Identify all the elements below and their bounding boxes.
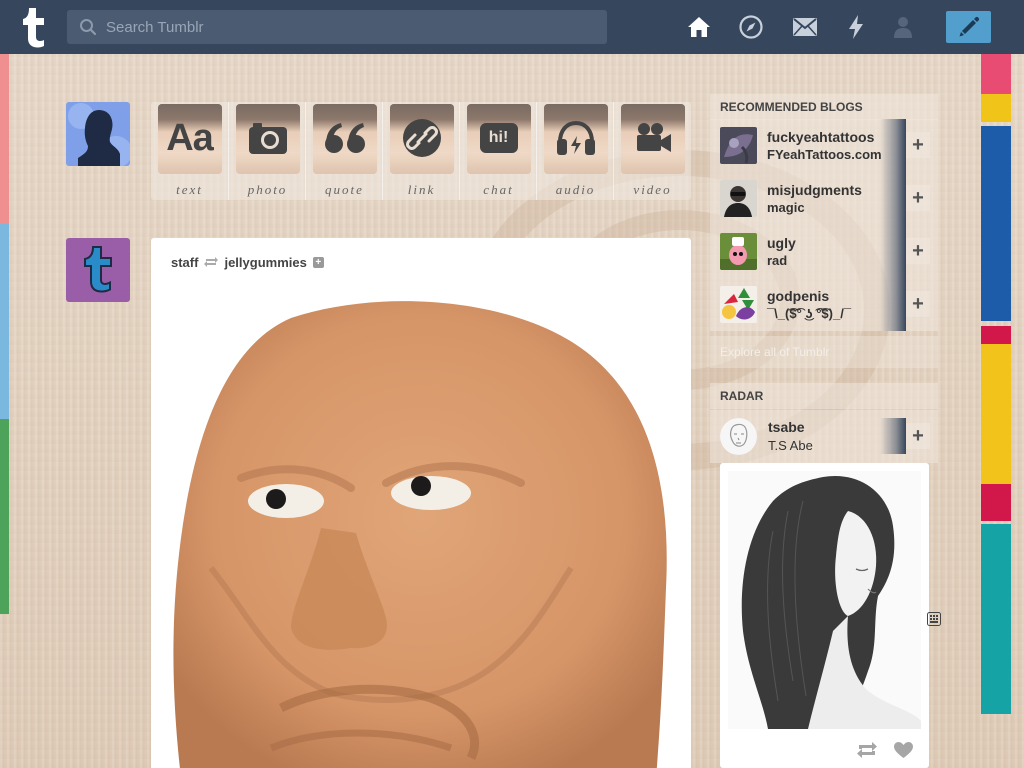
blog-name: godpenis	[767, 288, 830, 304]
radar-blog-item[interactable]: tsabe T.S Abe +	[710, 410, 938, 463]
search-icon	[80, 19, 97, 36]
heart-icon	[894, 742, 913, 758]
post-author-link[interactable]: staff	[171, 255, 198, 270]
background-right-edge	[981, 54, 1011, 714]
post-video-button[interactable]: video	[613, 102, 690, 200]
keyboard-icon	[927, 612, 941, 626]
post-type-bar: Aa text photo quote link hi! chat audio …	[151, 102, 691, 200]
blog-avatar	[720, 286, 757, 323]
post-photo[interactable]	[151, 288, 691, 768]
account-button[interactable]	[889, 13, 917, 41]
post-text-button[interactable]: Aa text	[151, 102, 228, 200]
post-header: staff jellygummies +	[171, 254, 324, 270]
radar-blog-avatar	[720, 418, 757, 455]
recommended-blog-item[interactable]: fuckyeahtattoos FYeahTattoos.com +	[710, 119, 938, 172]
follow-button[interactable]: +	[906, 423, 930, 449]
recommended-blog-item[interactable]: misjudgments magic +	[710, 172, 938, 225]
blog-title: ¯\_(͡$͡° ͜ʖ ͡°͡$)_/¯	[767, 306, 852, 321]
blog-avatar	[720, 233, 757, 270]
explore-all-link[interactable]: Explore all of Tumblr	[710, 336, 938, 368]
blog-name: misjudgments	[767, 182, 862, 198]
staff-tumblr-avatar-icon	[66, 238, 130, 302]
pencil-icon	[959, 16, 979, 37]
radar-post	[720, 463, 929, 768]
search-bar[interactable]	[67, 10, 607, 44]
compose-button[interactable]	[946, 11, 991, 43]
post-type-label: chat	[483, 182, 514, 197]
blog-avatar	[720, 180, 757, 217]
video-camera-icon	[614, 116, 691, 160]
background-left-edge	[0, 54, 9, 614]
follow-button[interactable]: +	[906, 238, 930, 264]
chat-bubble-icon: hi!	[460, 116, 537, 160]
post-type-label: link	[407, 182, 436, 197]
radar-title: RADAR	[710, 383, 938, 409]
camera-icon	[229, 116, 306, 160]
row-fade	[880, 172, 906, 225]
text-aa-icon: Aa	[166, 116, 214, 159]
blog-name: fuckyeahtattoos	[767, 129, 875, 145]
recommended-blog-item[interactable]: ugly rad +	[710, 225, 938, 278]
keyboard-shortcuts-button[interactable]	[927, 612, 941, 631]
reblogged-from-link[interactable]: jellygummies	[224, 255, 306, 270]
radar-post-image[interactable]	[728, 471, 921, 729]
follow-plus-icon[interactable]: +	[312, 256, 324, 268]
blog-title: rad	[767, 253, 788, 268]
activity-button[interactable]	[842, 13, 870, 41]
follow-button[interactable]: +	[906, 291, 930, 317]
explore-button[interactable]	[737, 13, 765, 41]
recommended-blogs-title: RECOMMENDED BLOGS	[710, 94, 938, 120]
row-fade	[880, 119, 906, 172]
post-type-label: quote	[325, 182, 364, 197]
post-quote-button[interactable]: quote	[305, 102, 382, 200]
compass-icon	[739, 15, 763, 39]
user-avatar[interactable]	[66, 102, 130, 166]
post-audio-button[interactable]: audio	[536, 102, 613, 200]
row-fade	[880, 418, 906, 454]
reblog-small-icon	[203, 256, 219, 268]
post-chat-button[interactable]: hi! chat	[459, 102, 536, 200]
recommended-blog-item[interactable]: godpenis ¯\_(͡$͡° ͜ʖ ͡°͡$)_/¯ +	[710, 278, 938, 331]
inbox-button[interactable]	[791, 13, 819, 41]
follow-button[interactable]: +	[906, 132, 930, 158]
row-fade	[880, 278, 906, 331]
follow-button[interactable]: +	[906, 185, 930, 211]
post-type-label: text	[176, 182, 203, 197]
post-link-button[interactable]: link	[382, 102, 459, 200]
post-type-label: photo	[247, 182, 288, 197]
post-photo-button[interactable]: photo	[228, 102, 305, 200]
blog-title: T.S Abe	[768, 438, 813, 453]
reblog-button[interactable]	[856, 741, 878, 764]
headphones-icon	[537, 116, 614, 160]
default-avatar-icon	[66, 102, 130, 166]
tumblr-logo[interactable]	[16, 6, 50, 48]
post-type-label: video	[633, 182, 672, 197]
link-icon	[383, 116, 460, 160]
tumblr-t-icon	[23, 8, 44, 48]
person-icon	[894, 17, 912, 38]
blog-title: magic	[767, 200, 805, 215]
post-author-avatar[interactable]	[66, 238, 130, 302]
row-fade	[880, 225, 906, 278]
like-button[interactable]	[893, 741, 914, 764]
search-input[interactable]	[106, 18, 586, 36]
top-navigation-bar	[0, 0, 1024, 54]
blog-name: ugly	[767, 235, 796, 251]
blog-title: FYeahTattoos.com	[767, 147, 882, 162]
blog-name: tsabe	[768, 419, 805, 435]
post-type-label: audio	[555, 182, 596, 197]
reblog-icon	[857, 742, 877, 758]
home-icon	[688, 17, 710, 37]
lightning-icon	[849, 15, 863, 39]
blog-avatar	[720, 127, 757, 164]
dashboard-home-button[interactable]	[685, 13, 713, 41]
quote-icon	[306, 116, 383, 160]
envelope-icon	[793, 18, 817, 36]
dashboard-post: staff jellygummies +	[151, 238, 691, 768]
